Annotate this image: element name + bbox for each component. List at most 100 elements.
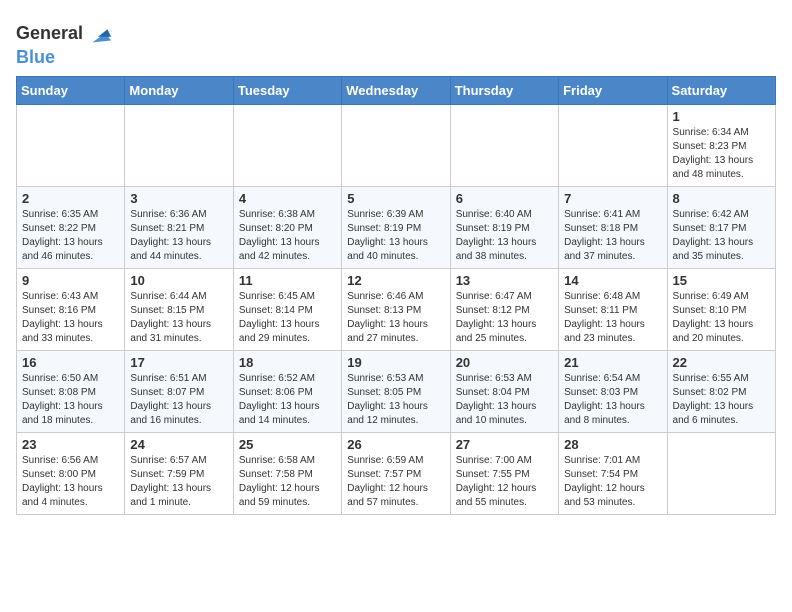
- day-info: Sunrise: 6:45 AM Sunset: 8:14 PM Dayligh…: [239, 290, 336, 346]
- day-number: 18: [239, 355, 336, 370]
- day-number: 22: [673, 355, 770, 370]
- logo: General Blue: [16, 20, 113, 68]
- day-info: Sunrise: 6:47 AM Sunset: 8:12 PM Dayligh…: [456, 290, 553, 346]
- calendar-week-row: 23 Sunrise: 6:56 AM Sunset: 8:00 PM Dayli…: [17, 433, 776, 515]
- calendar-cell: 26 Sunrise: 6:59 AM Sunset: 7:57 PM Dayli…: [342, 433, 450, 515]
- day-info: Sunrise: 6:38 AM Sunset: 8:20 PM Dayligh…: [239, 208, 336, 264]
- calendar-header-row: SundayMondayTuesdayWednesdayThursdayFrid…: [17, 77, 776, 105]
- logo-text: General: [16, 24, 83, 44]
- day-info: Sunrise: 6:56 AM Sunset: 8:00 PM Dayligh…: [22, 454, 119, 510]
- calendar-cell: 16 Sunrise: 6:50 AM Sunset: 8:08 PM Dayli…: [17, 351, 125, 433]
- day-info: Sunrise: 6:44 AM Sunset: 8:15 PM Dayligh…: [130, 290, 227, 346]
- calendar-cell: 27 Sunrise: 7:00 AM Sunset: 7:55 PM Dayli…: [450, 433, 558, 515]
- header: General Blue: [16, 16, 776, 68]
- calendar-cell: 28 Sunrise: 7:01 AM Sunset: 7:54 PM Dayli…: [559, 433, 667, 515]
- day-info: Sunrise: 6:54 AM Sunset: 8:03 PM Dayligh…: [564, 372, 661, 428]
- calendar-cell: [559, 105, 667, 187]
- day-number: 2: [22, 191, 119, 206]
- day-number: 24: [130, 437, 227, 452]
- day-info: Sunrise: 6:43 AM Sunset: 8:16 PM Dayligh…: [22, 290, 119, 346]
- day-number: 25: [239, 437, 336, 452]
- day-number: 3: [130, 191, 227, 206]
- logo-blue-text: Blue: [16, 47, 55, 67]
- day-number: 4: [239, 191, 336, 206]
- day-number: 23: [22, 437, 119, 452]
- calendar-cell: 22 Sunrise: 6:55 AM Sunset: 8:02 PM Dayli…: [667, 351, 775, 433]
- calendar-week-row: 2 Sunrise: 6:35 AM Sunset: 8:22 PM Daylig…: [17, 187, 776, 269]
- calendar-cell: 3 Sunrise: 6:36 AM Sunset: 8:21 PM Daylig…: [125, 187, 233, 269]
- calendar-cell: 11 Sunrise: 6:45 AM Sunset: 8:14 PM Dayli…: [233, 269, 341, 351]
- day-number: 7: [564, 191, 661, 206]
- day-number: 27: [456, 437, 553, 452]
- calendar-cell: 6Sunrise: 6:40 AM Sunset: 8:19 PM Daylig…: [450, 187, 558, 269]
- day-number: 21: [564, 355, 661, 370]
- calendar-cell: 2 Sunrise: 6:35 AM Sunset: 8:22 PM Daylig…: [17, 187, 125, 269]
- day-number: 8: [673, 191, 770, 206]
- calendar-week-row: 1Sunrise: 6:34 AM Sunset: 8:23 PM Daylig…: [17, 105, 776, 187]
- day-info: Sunrise: 6:34 AM Sunset: 8:23 PM Dayligh…: [673, 126, 770, 182]
- day-info: Sunrise: 6:53 AM Sunset: 8:05 PM Dayligh…: [347, 372, 444, 428]
- day-number: 6: [456, 191, 553, 206]
- day-number: 20: [456, 355, 553, 370]
- day-info: Sunrise: 6:55 AM Sunset: 8:02 PM Dayligh…: [673, 372, 770, 428]
- logo-icon: [85, 20, 113, 48]
- day-number: 28: [564, 437, 661, 452]
- day-info: Sunrise: 6:51 AM Sunset: 8:07 PM Dayligh…: [130, 372, 227, 428]
- day-info: Sunrise: 6:50 AM Sunset: 8:08 PM Dayligh…: [22, 372, 119, 428]
- calendar-cell: 9Sunrise: 6:43 AM Sunset: 8:16 PM Daylig…: [17, 269, 125, 351]
- day-number: 5: [347, 191, 444, 206]
- calendar-week-row: 9Sunrise: 6:43 AM Sunset: 8:16 PM Daylig…: [17, 269, 776, 351]
- calendar-cell: [667, 433, 775, 515]
- calendar-cell: 4 Sunrise: 6:38 AM Sunset: 8:20 PM Daylig…: [233, 187, 341, 269]
- calendar-cell: 8 Sunrise: 6:42 AM Sunset: 8:17 PM Daylig…: [667, 187, 775, 269]
- day-info: Sunrise: 6:48 AM Sunset: 8:11 PM Dayligh…: [564, 290, 661, 346]
- calendar-cell: 5 Sunrise: 6:39 AM Sunset: 8:19 PM Daylig…: [342, 187, 450, 269]
- day-info: Sunrise: 6:58 AM Sunset: 7:58 PM Dayligh…: [239, 454, 336, 510]
- column-header-thursday: Thursday: [450, 77, 558, 105]
- day-number: 17: [130, 355, 227, 370]
- column-header-sunday: Sunday: [17, 77, 125, 105]
- column-header-saturday: Saturday: [667, 77, 775, 105]
- calendar-cell: 7 Sunrise: 6:41 AM Sunset: 8:18 PM Daylig…: [559, 187, 667, 269]
- calendar-cell: 18 Sunrise: 6:52 AM Sunset: 8:06 PM Dayli…: [233, 351, 341, 433]
- calendar-cell: 1Sunrise: 6:34 AM Sunset: 8:23 PM Daylig…: [667, 105, 775, 187]
- calendar-cell: 20 Sunrise: 6:53 AM Sunset: 8:04 PM Dayli…: [450, 351, 558, 433]
- calendar-cell: [233, 105, 341, 187]
- calendar: SundayMondayTuesdayWednesdayThursdayFrid…: [16, 76, 776, 515]
- column-header-friday: Friday: [559, 77, 667, 105]
- calendar-cell: 14 Sunrise: 6:48 AM Sunset: 8:11 PM Dayli…: [559, 269, 667, 351]
- day-number: 14: [564, 273, 661, 288]
- calendar-cell: 19 Sunrise: 6:53 AM Sunset: 8:05 PM Dayli…: [342, 351, 450, 433]
- day-number: 26: [347, 437, 444, 452]
- day-info: Sunrise: 6:57 AM Sunset: 7:59 PM Dayligh…: [130, 454, 227, 510]
- day-number: 12: [347, 273, 444, 288]
- day-info: Sunrise: 6:36 AM Sunset: 8:21 PM Dayligh…: [130, 208, 227, 264]
- day-number: 10: [130, 273, 227, 288]
- day-info: Sunrise: 7:00 AM Sunset: 7:55 PM Dayligh…: [456, 454, 553, 510]
- calendar-cell: [342, 105, 450, 187]
- day-info: Sunrise: 6:42 AM Sunset: 8:17 PM Dayligh…: [673, 208, 770, 264]
- day-info: Sunrise: 7:01 AM Sunset: 7:54 PM Dayligh…: [564, 454, 661, 510]
- day-info: Sunrise: 6:52 AM Sunset: 8:06 PM Dayligh…: [239, 372, 336, 428]
- day-number: 11: [239, 273, 336, 288]
- day-info: Sunrise: 6:46 AM Sunset: 8:13 PM Dayligh…: [347, 290, 444, 346]
- calendar-cell: [450, 105, 558, 187]
- day-info: Sunrise: 6:49 AM Sunset: 8:10 PM Dayligh…: [673, 290, 770, 346]
- calendar-cell: 23 Sunrise: 6:56 AM Sunset: 8:00 PM Dayli…: [17, 433, 125, 515]
- column-header-wednesday: Wednesday: [342, 77, 450, 105]
- column-header-monday: Monday: [125, 77, 233, 105]
- day-number: 19: [347, 355, 444, 370]
- calendar-cell: 10 Sunrise: 6:44 AM Sunset: 8:15 PM Dayli…: [125, 269, 233, 351]
- calendar-cell: 15Sunrise: 6:49 AM Sunset: 8:10 PM Dayli…: [667, 269, 775, 351]
- calendar-week-row: 16 Sunrise: 6:50 AM Sunset: 8:08 PM Dayli…: [17, 351, 776, 433]
- day-info: Sunrise: 6:35 AM Sunset: 8:22 PM Dayligh…: [22, 208, 119, 264]
- day-info: Sunrise: 6:41 AM Sunset: 8:18 PM Dayligh…: [564, 208, 661, 264]
- day-info: Sunrise: 6:53 AM Sunset: 8:04 PM Dayligh…: [456, 372, 553, 428]
- day-number: 16: [22, 355, 119, 370]
- day-info: Sunrise: 6:59 AM Sunset: 7:57 PM Dayligh…: [347, 454, 444, 510]
- calendar-cell: [125, 105, 233, 187]
- calendar-cell: [17, 105, 125, 187]
- day-number: 13: [456, 273, 553, 288]
- day-info: Sunrise: 6:39 AM Sunset: 8:19 PM Dayligh…: [347, 208, 444, 264]
- calendar-cell: 24 Sunrise: 6:57 AM Sunset: 7:59 PM Dayli…: [125, 433, 233, 515]
